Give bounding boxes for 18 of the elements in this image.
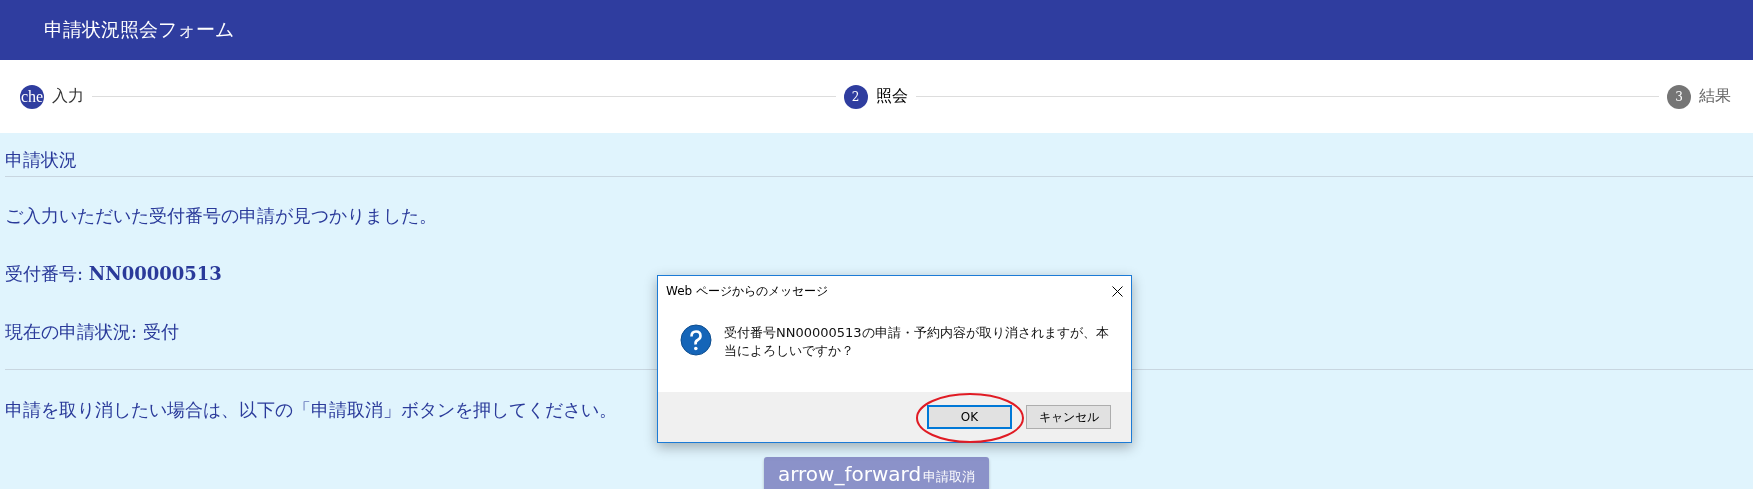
section-heading: 申請状況: [5, 148, 78, 172]
step-marker: 2: [843, 84, 868, 109]
status-field: 現在の申請状況: 受付: [5, 320, 179, 344]
step-label: 結果: [1699, 86, 1731, 107]
step-marker: che: [20, 84, 44, 109]
status-field: 受付番号: NN00000513: [5, 262, 222, 286]
dialog-button[interactable]: OK: [927, 405, 1012, 429]
result-message: ご入力いただいた受付番号の申請が見つかりました。: [5, 204, 437, 228]
dialog-button[interactable]: キャンセル: [1026, 405, 1111, 429]
instruction-text: 申請を取り消したい場合は、以下の「申請取消」ボタンを押してください。: [5, 398, 617, 422]
step-marker: 3: [1667, 84, 1691, 109]
step-label: 入力: [52, 86, 84, 107]
page-title: 申請状況照会フォーム: [44, 17, 234, 42]
dialog-message: 受付番号NN00000513の申請・予約内容が取り消されますが、本当によろしいですか？: [724, 324, 1110, 360]
close-icon[interactable]: [1112, 285, 1123, 297]
step-label: 照会: [875, 86, 908, 107]
question-icon: [680, 324, 712, 356]
dialog-title: Web ページからのメッセージ: [666, 282, 828, 300]
